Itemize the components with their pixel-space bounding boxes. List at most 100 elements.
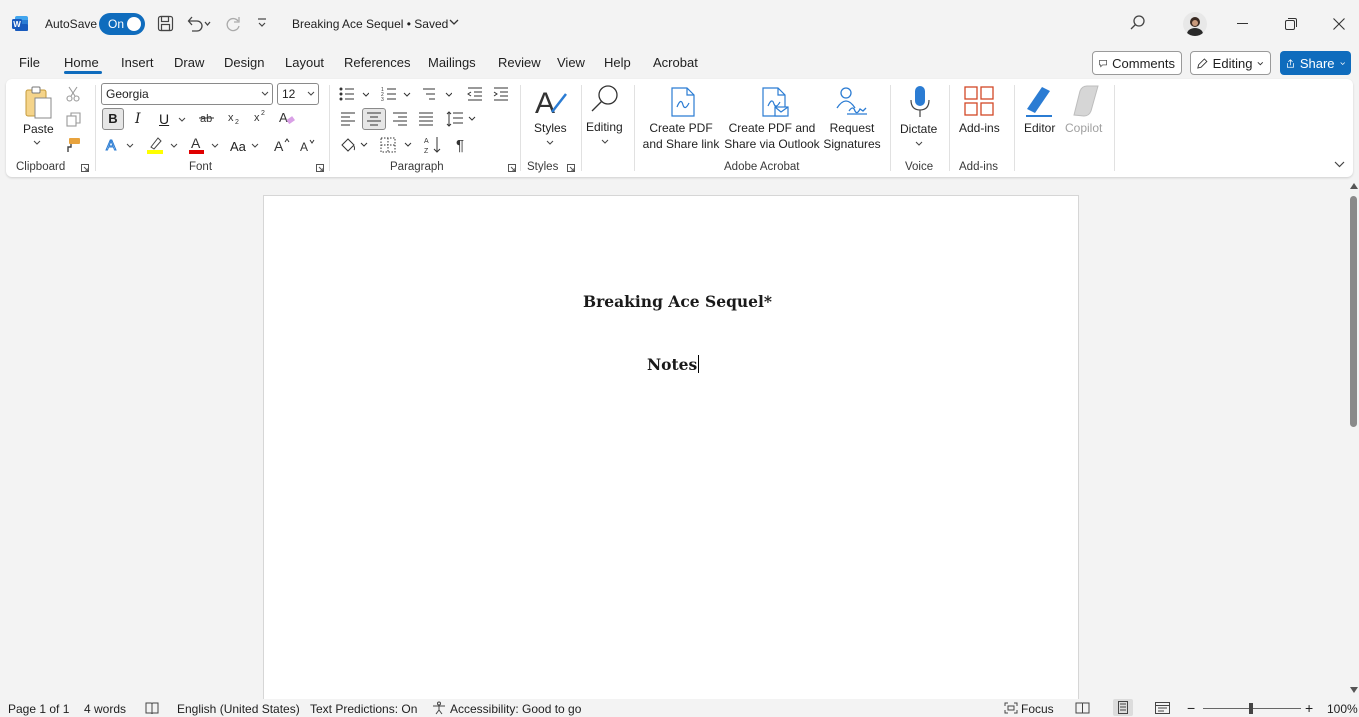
chevron-down-icon[interactable] [126, 143, 134, 148]
scroll-thumb[interactable] [1350, 196, 1357, 427]
close-icon[interactable] [1333, 18, 1345, 30]
scroll-down-icon[interactable] [1350, 687, 1358, 693]
sort-icon[interactable]: AZ [424, 136, 442, 154]
vertical-scrollbar[interactable] [1348, 181, 1359, 698]
addins-button[interactable]: Add-ins [959, 120, 1000, 136]
request-signatures-button[interactable]: Request Signatures [818, 120, 886, 152]
restore-icon[interactable] [1285, 18, 1297, 30]
dictate-button[interactable]: Dictate [900, 121, 937, 137]
accessibility-icon[interactable] [432, 701, 446, 715]
grow-font-icon[interactable]: A [274, 137, 290, 153]
document-title-text[interactable]: Breaking Ace Sequel* [583, 292, 772, 311]
editing-mode-button[interactable]: Editing [1190, 51, 1271, 75]
dialog-launcher-icon[interactable] [508, 164, 516, 172]
chevron-down-icon[interactable] [178, 117, 186, 122]
tab-design[interactable]: Design [224, 55, 264, 70]
create-pdf-outlook-button[interactable]: Create PDF and Share via Outlook [722, 120, 822, 152]
line-spacing-icon[interactable] [446, 111, 476, 127]
pdf-share-icon[interactable] [670, 87, 696, 117]
focus-button[interactable]: Focus [1021, 702, 1054, 716]
decrease-indent-icon[interactable] [467, 86, 483, 102]
document-page[interactable]: Breaking Ace Sequel* Notes [263, 195, 1079, 705]
find-icon[interactable] [590, 84, 620, 114]
zoom-in-button[interactable]: + [1305, 700, 1313, 716]
request-signatures-icon[interactable] [835, 86, 869, 116]
chevron-down-icon[interactable] [211, 143, 219, 148]
text-predictions-status[interactable]: Text Predictions: On [310, 702, 417, 716]
focus-icon[interactable] [1004, 702, 1018, 714]
chevron-down-icon[interactable] [170, 143, 178, 148]
align-right-icon[interactable] [392, 112, 408, 126]
bold-button[interactable]: B [102, 108, 124, 130]
editing-button[interactable]: Editing [586, 119, 623, 135]
clear-formatting-icon[interactable]: A [278, 110, 296, 126]
zoom-level[interactable]: 100% [1327, 702, 1358, 716]
search-icon[interactable] [1130, 15, 1146, 31]
read-mode-icon[interactable] [1075, 702, 1090, 714]
align-center-button[interactable] [362, 108, 386, 130]
create-pdf-share-link-button[interactable]: Create PDF and Share link [640, 120, 722, 152]
shading-icon[interactable] [340, 137, 368, 153]
word-count[interactable]: 4 words [84, 702, 126, 716]
zoom-slider-thumb[interactable] [1249, 703, 1253, 714]
chevron-down-icon[interactable] [546, 140, 554, 145]
font-name-combo[interactable]: Georgia [101, 83, 273, 105]
tab-file[interactable]: File [19, 55, 40, 70]
copy-icon[interactable] [66, 112, 81, 127]
borders-icon[interactable] [380, 137, 412, 153]
multilevel-list-icon[interactable] [422, 86, 452, 102]
share-button[interactable]: Share [1280, 51, 1351, 75]
redo-icon[interactable] [224, 15, 242, 32]
tab-review[interactable]: Review [498, 55, 541, 70]
tab-draw[interactable]: Draw [174, 55, 204, 70]
accessibility-status[interactable]: Accessibility: Good to go [450, 702, 581, 716]
tab-layout[interactable]: Layout [285, 55, 324, 70]
tab-view[interactable]: View [557, 55, 585, 70]
chevron-down-icon[interactable] [33, 140, 41, 145]
customize-icon[interactable] [257, 17, 267, 29]
avatar[interactable] [1183, 12, 1207, 36]
pdf-outlook-icon[interactable] [761, 87, 789, 117]
language-status[interactable]: English (United States) [177, 702, 300, 716]
undo-icon[interactable] [186, 15, 212, 32]
shrink-font-icon[interactable]: A [300, 137, 316, 153]
minimize-icon[interactable] [1237, 23, 1248, 25]
microphone-icon[interactable] [909, 85, 931, 119]
chevron-down-icon[interactable] [601, 139, 609, 144]
notes-heading[interactable]: Notes [647, 355, 700, 374]
styles-icon[interactable]: A [534, 84, 568, 118]
strikethrough-icon[interactable]: ab [199, 112, 215, 124]
styles-button[interactable]: Styles [534, 120, 567, 136]
chevron-down-icon[interactable] [915, 141, 923, 146]
dialog-launcher-icon[interactable] [567, 164, 575, 172]
proofing-icon[interactable] [145, 702, 159, 715]
page-count[interactable]: Page 1 of 1 [8, 702, 69, 716]
document-title[interactable]: Breaking Ace Sequel • Saved [292, 17, 448, 31]
collapse-ribbon-icon[interactable] [1334, 161, 1345, 168]
tab-mailings[interactable]: Mailings [428, 55, 476, 70]
web-layout-icon[interactable] [1155, 702, 1170, 714]
zoom-out-button[interactable]: − [1187, 700, 1195, 716]
tab-help[interactable]: Help [604, 55, 631, 70]
dialog-launcher-icon[interactable] [81, 164, 89, 172]
dialog-launcher-icon[interactable] [316, 164, 324, 172]
format-painter-icon[interactable] [65, 137, 81, 153]
underline-button[interactable]: U [159, 111, 169, 127]
font-color-icon[interactable]: A [188, 135, 206, 154]
paste-icon[interactable] [23, 86, 53, 120]
numbering-icon[interactable]: 123 [381, 86, 411, 102]
print-layout-button[interactable] [1113, 699, 1133, 716]
chevron-down-icon[interactable] [449, 19, 459, 26]
justify-icon[interactable] [418, 112, 434, 126]
italic-button[interactable]: I [135, 111, 141, 127]
scroll-up-icon[interactable] [1350, 183, 1358, 189]
tab-references[interactable]: References [344, 55, 410, 70]
tab-insert[interactable]: Insert [121, 55, 154, 70]
increase-indent-icon[interactable] [493, 86, 509, 102]
show-formatting-icon[interactable]: ¶ [456, 137, 464, 154]
font-size-combo[interactable]: 12 [277, 83, 319, 105]
editor-button[interactable]: Editor [1024, 120, 1055, 136]
align-left-icon[interactable] [340, 112, 356, 126]
subscript-icon[interactable]: x2 [227, 111, 241, 125]
save-icon[interactable] [157, 15, 174, 32]
